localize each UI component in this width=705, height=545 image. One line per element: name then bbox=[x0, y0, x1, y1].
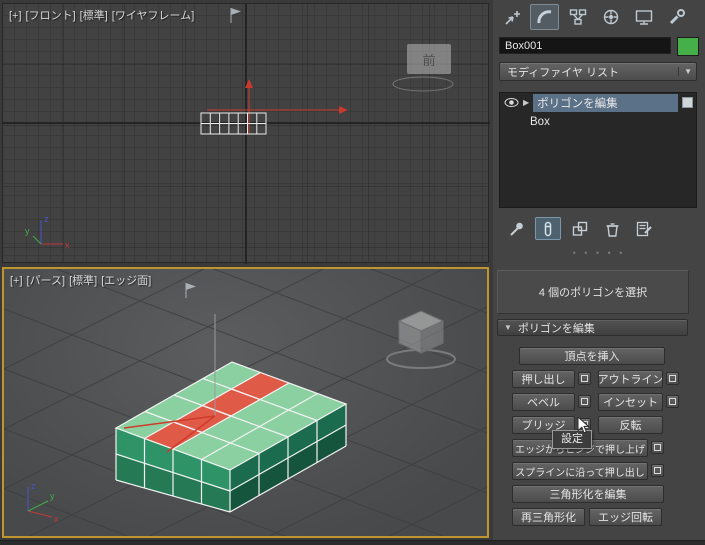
svg-text:z: z bbox=[31, 481, 36, 491]
utilities-icon bbox=[669, 9, 685, 25]
extrude-spline-settings-button[interactable] bbox=[651, 464, 664, 477]
stack-item-edit-poly[interactable]: ▶ ポリゴンを編集 bbox=[500, 93, 696, 112]
object-color-swatch[interactable] bbox=[677, 37, 699, 56]
viewport-shading-menu[interactable]: [エッジ面] bbox=[101, 275, 151, 287]
pin-icon bbox=[510, 222, 523, 236]
settings-box-icon bbox=[581, 398, 588, 405]
configure-sets-icon bbox=[636, 221, 652, 236]
tab-display[interactable] bbox=[629, 4, 658, 30]
flag-icon bbox=[230, 8, 241, 23]
flip-button[interactable]: 反転 bbox=[598, 416, 663, 434]
extrude-button[interactable]: 押し出し bbox=[512, 370, 575, 388]
motion-icon bbox=[603, 9, 618, 25]
svg-text:前: 前 bbox=[422, 53, 435, 68]
hierarchy-icon bbox=[569, 9, 586, 25]
edit-triangulation-button[interactable]: 三角形化を編集 bbox=[512, 485, 664, 503]
settings-box-icon bbox=[669, 398, 676, 405]
settings-box-icon bbox=[654, 444, 661, 451]
viewcube[interactable]: 前 bbox=[392, 44, 454, 92]
chevron-down-icon: ▼ bbox=[678, 67, 692, 76]
hinge-settings-button[interactable] bbox=[651, 441, 664, 454]
configure-modifier-sets-button[interactable] bbox=[631, 217, 657, 240]
display-icon bbox=[635, 10, 652, 25]
make-unique-icon bbox=[572, 221, 588, 236]
viewport-pov-menu[interactable]: [フロント] bbox=[26, 10, 76, 22]
viewport-shading-menu[interactable]: [ワイヤフレーム] bbox=[112, 10, 194, 22]
axis-tripod: z x y bbox=[27, 481, 59, 524]
selection-status-text: 4 個のポリゴンを選択 bbox=[538, 287, 648, 299]
viewport-pov-menu[interactable]: [パース] bbox=[27, 275, 66, 287]
extrude-settings-button[interactable] bbox=[578, 372, 591, 385]
modifier-stack: ▶ ポリゴンを編集 Box bbox=[499, 92, 697, 208]
bottom-ui-strip bbox=[0, 540, 705, 545]
svg-text:y: y bbox=[50, 491, 55, 501]
svg-text:y: y bbox=[25, 226, 30, 236]
stack-item-box[interactable]: Box bbox=[500, 112, 696, 131]
settings-box-icon bbox=[581, 375, 588, 382]
insert-vertex-button[interactable]: 頂点を挿入 bbox=[519, 347, 665, 365]
tab-motion[interactable] bbox=[596, 4, 625, 30]
command-panel: モディファイヤ リスト ▼ ▶ ポリゴンを編集 Box bbox=[493, 0, 705, 540]
move-gizmo[interactable] bbox=[207, 79, 348, 134]
viewport-standard-menu[interactable]: [標準] bbox=[80, 10, 108, 22]
viewport-general-menu[interactable]: [+] bbox=[10, 275, 23, 287]
mouse-cursor-icon bbox=[577, 417, 590, 434]
flag-icon bbox=[185, 283, 196, 298]
viewport-persp-menu: [+] [パース] [標準] [エッジ面] bbox=[10, 272, 155, 288]
stack-toolbar bbox=[503, 217, 657, 240]
panel-splitter-handle[interactable]: • • • • • bbox=[493, 248, 705, 258]
pin-stack-button[interactable] bbox=[503, 217, 529, 240]
make-unique-button[interactable] bbox=[567, 217, 593, 240]
bevel-settings-button[interactable] bbox=[578, 395, 591, 408]
modifier-list-dropdown[interactable]: モディファイヤ リスト ▼ bbox=[499, 62, 697, 81]
create-icon bbox=[504, 11, 520, 25]
perspective-viewport-canvas[interactable]: z x y bbox=[4, 269, 487, 536]
svg-text:x: x bbox=[65, 240, 70, 250]
outline-settings-button[interactable] bbox=[666, 372, 679, 385]
bevel-button[interactable]: ベベル bbox=[512, 393, 575, 411]
show-end-result-button[interactable] bbox=[535, 217, 561, 240]
retriangulate-button[interactable]: 再三角形化 bbox=[512, 508, 585, 526]
viewport-front-menu: [+] [フロント] [標準] [ワイヤフレーム] bbox=[9, 7, 198, 23]
axis-tripod: z x y bbox=[25, 214, 70, 250]
modify-icon bbox=[536, 10, 551, 24]
tab-utilities[interactable] bbox=[662, 4, 691, 30]
stack-item-label: ポリゴンを編集 bbox=[533, 93, 678, 112]
inset-settings-button[interactable] bbox=[666, 395, 679, 408]
box-wireframe[interactable] bbox=[200, 112, 267, 135]
rollout-edit-polygons-header[interactable]: ▼ ポリゴンを編集 bbox=[497, 319, 688, 336]
box-object[interactable] bbox=[114, 361, 348, 513]
viewport-standard-menu[interactable]: [標準] bbox=[69, 275, 97, 287]
command-panel-tabs bbox=[497, 4, 691, 30]
extrude-along-spline-button[interactable]: スプラインに沿って押し出し bbox=[512, 462, 648, 480]
remove-modifier-button[interactable] bbox=[599, 217, 625, 240]
3dsmax-window: [+] [フロント] [標準] [ワイヤフレーム] 前 z x y [+] [パ… bbox=[0, 0, 705, 545]
inset-button[interactable]: インセット bbox=[598, 393, 663, 411]
tab-create[interactable] bbox=[497, 4, 526, 30]
rollout-title: ポリゴンを編集 bbox=[517, 322, 595, 335]
expand-arrow-icon[interactable]: ▶ bbox=[523, 98, 529, 107]
modifier-toggle-icon[interactable] bbox=[682, 97, 693, 108]
settings-box-icon bbox=[654, 467, 661, 474]
svg-text:z: z bbox=[44, 214, 49, 224]
settings-box-icon bbox=[669, 375, 676, 382]
front-viewport-canvas[interactable]: 前 z x y bbox=[3, 4, 490, 264]
collapse-arrow-icon: ▼ bbox=[504, 323, 512, 332]
object-name-field[interactable] bbox=[499, 37, 671, 54]
viewport-general-menu[interactable]: [+] bbox=[9, 10, 22, 22]
tab-modify[interactable] bbox=[530, 4, 559, 30]
trash-icon bbox=[606, 222, 619, 237]
modifier-list-label: モディファイヤ リスト bbox=[507, 66, 619, 79]
viewport-front[interactable]: [+] [フロント] [標準] [ワイヤフレーム] 前 z x y bbox=[2, 3, 490, 264]
viewcube[interactable] bbox=[386, 310, 456, 369]
visibility-eye-icon[interactable] bbox=[504, 97, 519, 108]
selection-status: 4 個のポリゴンを選択 bbox=[497, 270, 689, 314]
turn-edge-button[interactable]: エッジ回転 bbox=[589, 508, 662, 526]
stack-item-label: Box bbox=[530, 115, 550, 128]
show-end-result-icon bbox=[544, 221, 552, 236]
tab-hierarchy[interactable] bbox=[563, 4, 592, 30]
svg-text:x: x bbox=[54, 514, 59, 524]
viewport-perspective[interactable]: [+] [パース] [標準] [エッジ面] z x y bbox=[2, 267, 489, 538]
outline-button[interactable]: アウトライン bbox=[598, 370, 663, 388]
